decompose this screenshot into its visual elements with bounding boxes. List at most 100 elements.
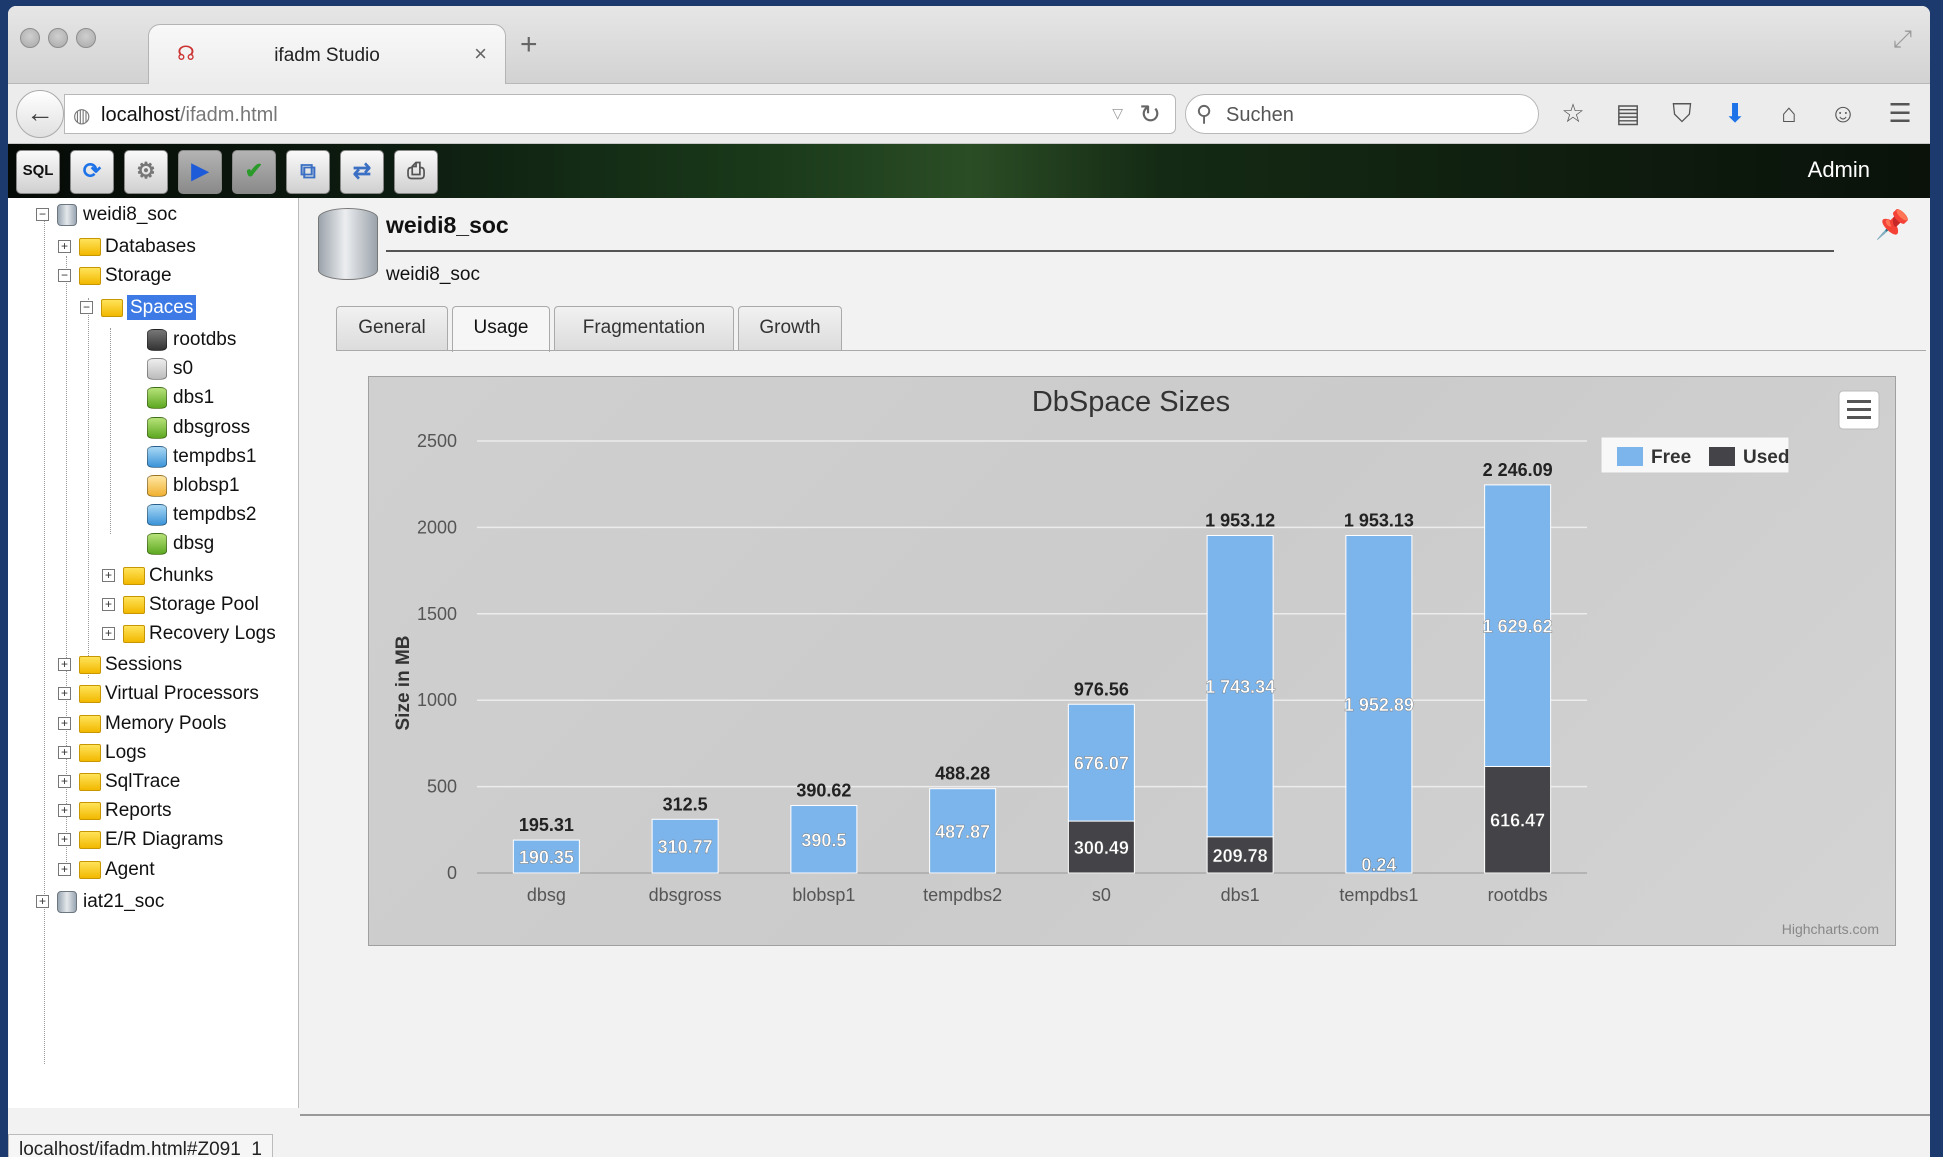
tree-node-storage-pool[interactable]: + Storage Pool: [102, 590, 259, 620]
tree-label: tempdbs2: [173, 504, 257, 525]
settings-button[interactable]: ⚙: [124, 150, 168, 194]
expand-icon[interactable]: +: [102, 627, 115, 641]
y-tick-label: 1500: [417, 604, 457, 624]
folder-icon: [79, 830, 101, 849]
chart-credits[interactable]: Highcharts.com: [1782, 921, 1879, 937]
tree-node-space[interactable]: tempdbs2: [147, 500, 256, 530]
folder-icon: [123, 624, 145, 643]
smiley-icon[interactable]: ☺: [1826, 98, 1860, 129]
collapse-icon[interactable]: −: [36, 208, 49, 222]
chart-menu-button[interactable]: [1838, 390, 1880, 430]
tab-title: ifadm Studio: [274, 45, 380, 66]
tree-node-sqltrace[interactable]: + SqlTrace: [58, 767, 180, 797]
tab-fragmentation[interactable]: Fragmentation: [554, 306, 734, 350]
minimize-window-button[interactable]: [48, 28, 68, 48]
star-icon[interactable]: ☆: [1556, 98, 1590, 129]
tree-node-space[interactable]: dbsgross: [147, 413, 250, 443]
tree-node-virtual-processors[interactable]: + Virtual Processors: [58, 679, 259, 709]
y-axis-label: Size in MB: [393, 635, 414, 730]
copy-button[interactable]: ⧉: [286, 150, 330, 194]
collapse-icon[interactable]: −: [80, 301, 93, 315]
reading-list-icon[interactable]: ▤: [1611, 98, 1645, 129]
tree-node-databases[interactable]: + Databases: [58, 232, 196, 262]
tab-general[interactable]: General: [336, 306, 448, 350]
pin-icon[interactable]: 📌: [1875, 208, 1910, 241]
tree-node-space[interactable]: dbsg: [147, 529, 214, 559]
tree-label: s0: [173, 358, 194, 379]
browser-tab[interactable]: ☊ ifadm Studio ×: [148, 24, 506, 85]
tab-growth[interactable]: Growth: [738, 306, 842, 350]
x-tick-label: dbs1: [1221, 885, 1260, 905]
tree-node-spaces[interactable]: − Spaces: [80, 293, 197, 323]
expand-icon[interactable]: +: [58, 746, 71, 760]
pocket-icon[interactable]: ⛉: [1665, 98, 1699, 130]
zoom-window-button[interactable]: [76, 28, 96, 48]
server-icon: [57, 203, 77, 226]
tree-node-space[interactable]: rootdbs: [147, 325, 236, 355]
y-tick-label: 2000: [417, 517, 457, 537]
tree-node-chunks[interactable]: + Chunks: [102, 561, 213, 591]
tree-node-space[interactable]: tempdbs1: [147, 442, 256, 472]
folder-icon: [79, 684, 101, 703]
search-field[interactable]: ⚲ Suchen: [1185, 94, 1539, 134]
tree-node-server2[interactable]: + iat21_soc: [36, 887, 164, 917]
expand-icon[interactable]: +: [102, 598, 115, 612]
tab-close-icon[interactable]: ×: [474, 41, 487, 67]
tree-node-space[interactable]: s0: [147, 354, 193, 384]
expand-icon[interactable]: +: [58, 658, 71, 672]
new-tab-button[interactable]: +: [520, 28, 538, 62]
print-button[interactable]: ⎙: [394, 150, 438, 194]
tree-node-space[interactable]: dbs1: [147, 383, 214, 413]
chart-bars: [512, 484, 1552, 874]
tree-node-logs[interactable]: + Logs: [58, 738, 146, 768]
expand-icon[interactable]: +: [58, 775, 71, 789]
legend-free-label[interactable]: Free: [1651, 447, 1691, 468]
expand-icon[interactable]: +: [58, 717, 71, 731]
tree-node-recovery-logs[interactable]: + Recovery Logs: [102, 619, 276, 649]
legend-used-label[interactable]: Used: [1743, 447, 1789, 468]
free-value-label: 1 629.62: [1483, 617, 1553, 637]
expand-icon[interactable]: +: [58, 863, 71, 877]
refresh-button[interactable]: ⟳: [70, 150, 114, 194]
check-button[interactable]: ✔: [232, 150, 276, 194]
free-value-label: 1 952.89: [1344, 695, 1414, 715]
tree-node-sessions[interactable]: + Sessions: [58, 650, 182, 680]
run-button[interactable]: ▶: [178, 150, 222, 194]
tab-usage[interactable]: Usage: [452, 306, 550, 352]
tree-label: Sessions: [105, 654, 183, 675]
tree-node-reports[interactable]: + Reports: [58, 796, 172, 826]
free-value-label: 390.5: [801, 830, 846, 850]
tree-label: SqlTrace: [105, 771, 181, 792]
collapse-icon[interactable]: −: [58, 269, 71, 283]
expand-icon[interactable]: +: [58, 833, 71, 847]
expand-icon[interactable]: +: [58, 240, 71, 254]
chart-legend[interactable]: Free Used: [1600, 436, 1790, 474]
tree-node-server1[interactable]: − weidi8_soc: [36, 200, 177, 230]
tree-node-memory-pools[interactable]: + Memory Pools: [58, 709, 226, 739]
expand-icon[interactable]: +: [58, 804, 71, 818]
back-arrow-icon[interactable]: ←: [16, 90, 64, 138]
expand-icon[interactable]: +: [58, 687, 71, 701]
used-value-label: 616.47: [1490, 811, 1545, 831]
search-icon: ⚲: [1196, 101, 1213, 126]
url-bar[interactable]: ◍ localhost/ifadm.html ▽ ↻: [64, 94, 1176, 134]
expand-icon[interactable]: +: [102, 569, 115, 583]
sql-button[interactable]: SQL: [16, 150, 60, 194]
expand-icon[interactable]: ⤢: [1893, 26, 1912, 54]
compare-button[interactable]: ⇄: [340, 150, 384, 194]
home-icon[interactable]: ⌂: [1772, 98, 1806, 129]
tree-node-space[interactable]: blobsp1: [147, 471, 240, 501]
url-dropdown-icon[interactable]: ▽: [1112, 105, 1123, 122]
user-name[interactable]: Admin: [1808, 157, 1870, 183]
reload-icon[interactable]: ↻: [1139, 99, 1161, 130]
search-placeholder: Suchen: [1226, 104, 1294, 126]
tree-node-er-diagrams[interactable]: + E/R Diagrams: [58, 825, 223, 855]
expand-icon[interactable]: +: [36, 895, 49, 909]
tree-node-storage[interactable]: − Storage: [58, 261, 172, 291]
tree-node-agent[interactable]: + Agent: [58, 855, 155, 885]
x-tick-label: tempdbs1: [1339, 885, 1418, 905]
tree-label: E/R Diagrams: [105, 829, 224, 850]
close-window-button[interactable]: [20, 28, 40, 48]
menu-icon[interactable]: ☰: [1883, 98, 1917, 129]
download-icon[interactable]: ⬇: [1718, 98, 1752, 129]
